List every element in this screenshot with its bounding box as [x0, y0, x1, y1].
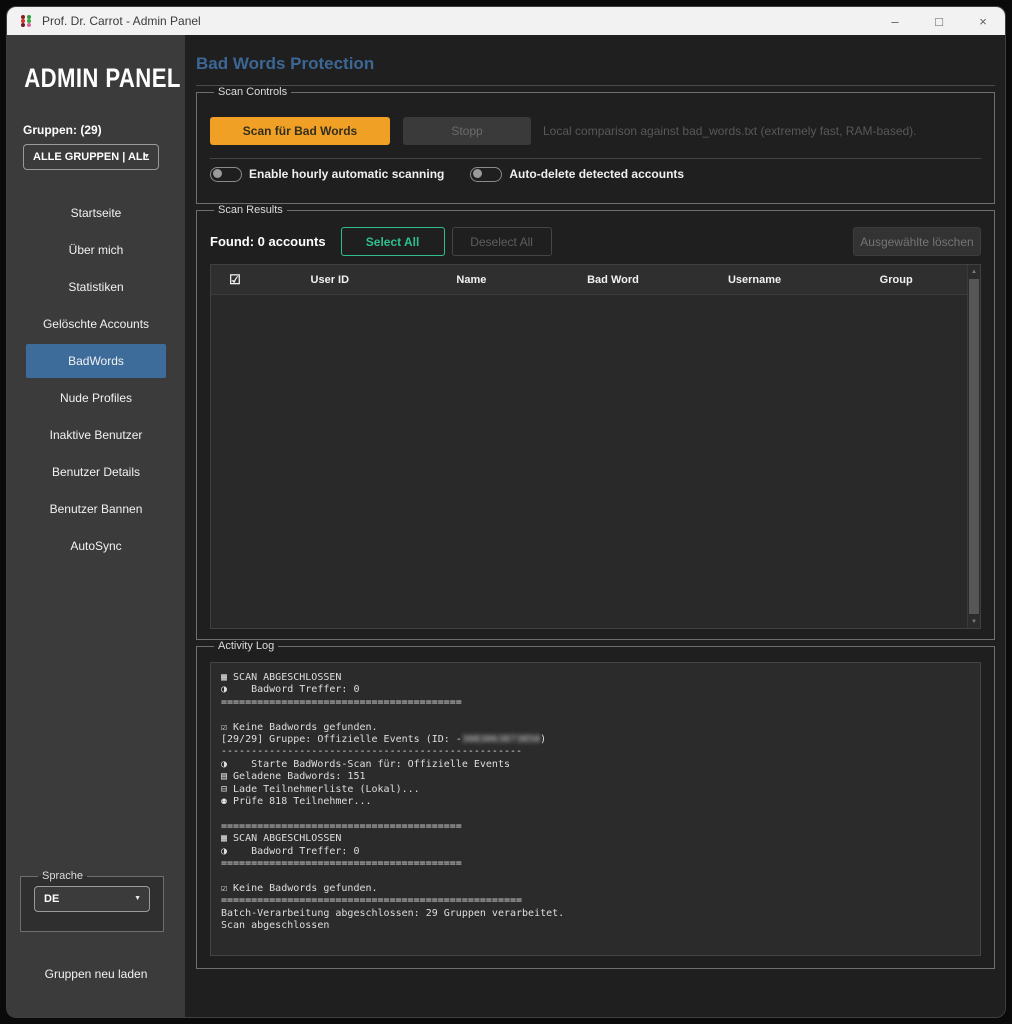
groups-count-label: Gruppen: (29)	[23, 123, 185, 137]
log-line: ☑ Keine Badwords gefunden.	[221, 883, 970, 895]
groups-dropdown[interactable]: ALLE GRUPPEN | ALL ▼	[23, 144, 159, 170]
language-group-label: Sprache	[38, 870, 87, 882]
scan-hint-text: Local comparison against bad_words.txt (…	[543, 124, 917, 138]
log-line	[221, 709, 970, 721]
scrollbar-thumb[interactable]	[969, 279, 979, 614]
language-dropdown[interactable]: DE ▼	[34, 886, 150, 912]
main-content: Bad Words Protection Scan Controls Scan …	[185, 35, 1005, 1017]
chevron-down-icon: ▼	[134, 887, 141, 911]
log-line: ◑ Badword Treffer: 0	[221, 846, 970, 858]
deselect-all-button[interactable]: Deselect All	[452, 227, 552, 256]
vertical-scrollbar[interactable]: ▲ ▼	[967, 265, 980, 628]
sidebar-item-statistiken[interactable]: Statistiken	[26, 270, 166, 304]
sidebar-item-benutzer-details[interactable]: Benutzer Details	[26, 455, 166, 489]
stop-button[interactable]: Stopp	[403, 117, 531, 145]
minimize-button[interactable]: –	[873, 7, 917, 35]
select-all-button[interactable]: Select All	[341, 227, 445, 256]
log-line: ========================================	[221, 697, 970, 709]
delete-selected-button[interactable]: Ausgewählte löschen	[853, 227, 981, 256]
log-line: ◑ Starte BadWords-Scan für: Offizielle E…	[221, 759, 970, 771]
log-line: ========================================	[221, 821, 970, 833]
window-controls: – □ ×	[873, 7, 1005, 35]
brand-title: ADMIN PANEL	[7, 63, 185, 94]
app-window: Prof. Dr. Carrot - Admin Panel – □ × ADM…	[6, 6, 1006, 1018]
log-line: ▦ SCAN ABGESCHLOSSEN	[221, 833, 970, 845]
log-line: Scan abgeschlossen	[221, 920, 970, 932]
log-line: ☑ Keine Badwords gefunden.	[221, 722, 970, 734]
scan-controls-group: Scan Controls Scan für Bad Words Stopp L…	[196, 86, 995, 204]
scroll-up-icon[interactable]: ▲	[968, 265, 980, 278]
log-line: ========================================	[221, 858, 970, 870]
log-line: ▤ Geladene Badwords: 151	[221, 771, 970, 783]
log-line	[221, 808, 970, 820]
language-dropdown-value: DE	[44, 893, 59, 905]
results-table-header: ☑User IDNameBad WordUsernameGroup	[211, 265, 967, 295]
scan-results-group: Scan Results Found: 0 accounts Select Al…	[196, 204, 995, 640]
toggle-switch-icon	[210, 167, 242, 182]
column-header-group: Group	[825, 265, 967, 294]
chevron-down-icon: ▼	[143, 145, 150, 169]
log-line: ⊟ Lade Teilnehmerliste (Lokal)...	[221, 784, 970, 796]
scan-controls-label: Scan Controls	[214, 86, 291, 98]
scan-button[interactable]: Scan für Bad Words	[210, 117, 390, 145]
log-line: ▦ SCAN ABGESCHLOSSEN	[221, 672, 970, 684]
activity-log-text[interactable]: ▦ SCAN ABGESCHLOSSEN◑ Badword Treffer: 0…	[210, 662, 981, 956]
log-line: ⚉ Prüfe 818 Teilnehmer...	[221, 796, 970, 808]
titlebar: Prof. Dr. Carrot - Admin Panel – □ ×	[7, 7, 1005, 35]
language-group: Sprache DE ▼	[20, 870, 164, 932]
auto-delete-toggle-label: Auto-delete detected accounts	[509, 167, 684, 181]
log-line: ----------------------------------------…	[221, 746, 970, 758]
close-button[interactable]: ×	[961, 7, 1005, 35]
redacted-group-id: 3083063873858	[462, 734, 540, 745]
activity-log-label: Activity Log	[214, 640, 278, 652]
reload-groups-button[interactable]: Gruppen neu laden	[7, 967, 185, 981]
sidebar-nav: StartseiteÜber michStatistikenGelöschte …	[7, 196, 185, 563]
column-header-bad-word: Bad Word	[542, 265, 684, 294]
toggle-switch-icon	[470, 167, 502, 182]
log-line	[221, 871, 970, 883]
page-title: Bad Words Protection	[196, 54, 995, 74]
activity-log-group: Activity Log ▦ SCAN ABGESCHLOSSEN◑ Badwo…	[196, 640, 995, 969]
log-line: ◑ Badword Treffer: 0	[221, 684, 970, 696]
hourly-scan-toggle[interactable]: Enable hourly automatic scanning	[210, 167, 444, 182]
sidebar: ADMIN PANEL Gruppen: (29) ALLE GRUPPEN |…	[7, 35, 185, 1017]
scan-results-label: Scan Results	[214, 204, 287, 216]
sidebar-item-benutzer-bannen[interactable]: Benutzer Bannen	[26, 492, 166, 526]
column-header-user-id: User ID	[259, 265, 401, 294]
hourly-scan-toggle-label: Enable hourly automatic scanning	[249, 167, 444, 181]
sidebar-item-gel-schte-accounts[interactable]: Gelöschte Accounts	[26, 307, 166, 341]
groups-dropdown-value: ALLE GRUPPEN | ALL	[33, 151, 149, 163]
auto-delete-toggle[interactable]: Auto-delete detected accounts	[470, 167, 684, 182]
log-line: ========================================…	[221, 895, 970, 907]
sidebar-item--ber-mich[interactable]: Über mich	[26, 233, 166, 267]
app-logo-icon	[19, 14, 33, 28]
log-line: [29/29] Gruppe: Offizielle Events (ID: -…	[221, 734, 970, 746]
found-count-label: Found: 0 accounts	[210, 234, 326, 249]
sidebar-item-badwords[interactable]: BadWords	[26, 344, 166, 378]
sidebar-item-nude-profiles[interactable]: Nude Profiles	[26, 381, 166, 415]
sidebar-item-inaktive-benutzer[interactable]: Inaktive Benutzer	[26, 418, 166, 452]
divider	[210, 158, 981, 159]
maximize-button[interactable]: □	[917, 7, 961, 35]
scroll-down-icon[interactable]: ▼	[968, 615, 980, 628]
window-title: Prof. Dr. Carrot - Admin Panel	[42, 14, 201, 28]
column-header-username: Username	[684, 265, 826, 294]
sidebar-item-autosync[interactable]: AutoSync	[26, 529, 166, 563]
results-table: ☑User IDNameBad WordUsernameGroup ▲ ▼	[210, 264, 981, 629]
sidebar-item-startseite[interactable]: Startseite	[26, 196, 166, 230]
log-line: Batch-Verarbeitung abgeschlossen: 29 Gru…	[221, 908, 970, 920]
select-all-checkbox-header[interactable]: ☑	[211, 265, 259, 294]
column-header-name: Name	[401, 265, 543, 294]
